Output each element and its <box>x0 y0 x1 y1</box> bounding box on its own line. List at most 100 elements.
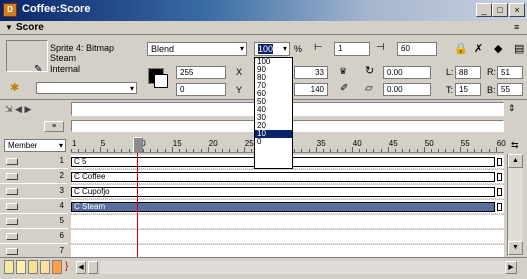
channel-label[interactable]: 2 <box>0 170 68 184</box>
channel-track[interactable] <box>71 215 504 229</box>
background-color-input[interactable]: 0 <box>176 83 226 96</box>
scroll-up-button[interactable]: ▲ <box>508 154 523 168</box>
channel-label[interactable]: 5 <box>0 215 68 229</box>
panel-header[interactable] <box>0 21 527 35</box>
lock-icon[interactable]: 🔒 <box>454 42 468 55</box>
r-label: R: <box>487 67 496 77</box>
channel-track[interactable]: C Coffee <box>71 170 504 184</box>
channel-label[interactable]: 4 <box>0 200 68 214</box>
color-swatch-1[interactable] <box>4 260 14 274</box>
sprite-end-marker[interactable] <box>497 203 502 211</box>
channel-label[interactable]: 6 <box>0 230 68 244</box>
channel-toggle[interactable] <box>6 203 18 210</box>
skew-icon: ▱ <box>365 83 373 94</box>
skew-input[interactable]: 0.00 <box>383 83 431 96</box>
color-swatch-2[interactable] <box>16 260 26 274</box>
ruler-tick <box>207 147 209 152</box>
marker-nav-icons[interactable]: ⇲ ◀ ▶ <box>5 104 31 115</box>
foreground-color-input[interactable]: 255 <box>176 66 226 79</box>
ruler-tick <box>474 149 476 152</box>
close-button[interactable]: × <box>509 3 525 17</box>
behavior-icon[interactable]: ✱ <box>10 81 19 94</box>
center-playhead-icon[interactable]: ⇆ <box>511 140 519 151</box>
ruler-tick <box>438 149 440 152</box>
maximize-button[interactable]: □ <box>492 3 508 17</box>
minimize-button[interactable]: _ <box>476 3 492 17</box>
window-title: Coffee:Score <box>22 3 91 15</box>
channel-label[interactable]: 1 <box>0 155 68 169</box>
blend-dropdown-menu[interactable]: 100 90 80 70 60 50 40 30 20 10 0 <box>254 57 293 169</box>
ruler-tick <box>366 149 368 152</box>
ruler-tick <box>236 149 238 152</box>
ruler-tick <box>85 149 87 152</box>
blend-dropdown[interactable]: 100 ▾ <box>254 42 290 56</box>
channel-toggle[interactable] <box>6 233 18 240</box>
scroll-thumb[interactable] <box>88 261 98 274</box>
l-input[interactable]: 88 <box>455 66 481 79</box>
ruler-tick <box>215 149 216 152</box>
color-swatch-5[interactable] <box>52 260 62 274</box>
channel-track[interactable]: C Steam <box>71 200 504 214</box>
start-frame-icon: ⊢ <box>314 42 323 53</box>
start-frame-input[interactable]: 1 <box>334 42 370 56</box>
sprite-label: C Coffee <box>74 172 106 181</box>
rotation-input[interactable]: 0.00 <box>383 66 431 79</box>
channel-toggle[interactable] <box>6 173 18 180</box>
hide-effects-button[interactable]: ≡ <box>44 121 64 132</box>
r-input[interactable]: 51 <box>497 66 523 79</box>
trails-icon[interactable]: ▤ <box>514 42 524 55</box>
playhead-handle[interactable] <box>133 137 143 153</box>
ruler-tick <box>92 149 94 152</box>
color-swatch-3[interactable] <box>28 260 38 274</box>
scroll-down-button[interactable]: ▼ <box>508 241 523 255</box>
channel-label[interactable]: 3 <box>0 185 68 199</box>
ruler-tick-label: 5 <box>100 139 106 148</box>
ruler-tick <box>402 149 404 152</box>
zoom-icon[interactable]: ⇕ <box>508 103 516 114</box>
display-dropdown[interactable]: Member ▾ <box>4 139 66 152</box>
behavior-dropdown[interactable]: ▾ <box>36 82 137 94</box>
end-frame-input[interactable]: 60 <box>397 42 437 56</box>
ruler-tick <box>323 149 324 152</box>
channel-toggle[interactable] <box>6 158 18 165</box>
sprite-end-marker[interactable] <box>497 188 502 196</box>
y-input[interactable]: 140 <box>294 83 328 96</box>
sprite-end-marker[interactable] <box>497 158 502 166</box>
t-input[interactable]: 15 <box>455 83 481 96</box>
collapse-arrow-icon[interactable]: ▼ <box>5 23 13 32</box>
ruler-tick <box>387 147 389 152</box>
blend-option[interactable]: 0 <box>255 138 292 146</box>
sprite-span[interactable]: C Coffee <box>71 172 495 182</box>
y-label: Y <box>236 85 243 95</box>
channel-track[interactable] <box>71 230 504 244</box>
moveable-icon[interactable]: ◆ <box>494 42 502 55</box>
scroll-marker-icon[interactable]: } <box>65 261 68 272</box>
sprite-span[interactable]: C Cupofjo <box>71 187 495 197</box>
channel-toggle[interactable] <box>6 218 18 225</box>
editable-icon[interactable]: ✗ <box>474 42 483 55</box>
options-menu-icon[interactable]: ≡ <box>514 22 519 32</box>
sprite-span[interactable]: C Steam <box>71 202 495 212</box>
channel-toggle[interactable] <box>6 188 18 195</box>
channel-number: 1 <box>59 156 64 165</box>
color-swatch-4[interactable] <box>40 260 50 274</box>
x-input[interactable]: 33 <box>294 66 328 79</box>
b-input[interactable]: 55 <box>497 83 523 96</box>
background-color-chip[interactable] <box>154 74 168 88</box>
end-frame-icon: ⊣ <box>376 42 385 53</box>
horizontal-scrollbar[interactable] <box>100 261 504 274</box>
ruler-tick-label: 35 <box>316 139 326 148</box>
scroll-left-button[interactable]: ◀ <box>76 261 86 274</box>
sprite-end-marker[interactable] <box>497 173 502 181</box>
ink-dropdown[interactable]: Blend ▾ <box>147 42 247 56</box>
ruler-tick <box>359 149 360 152</box>
channel-track[interactable]: C Cupofjo <box>71 185 504 199</box>
ruler-tick-label: 25 <box>244 139 254 148</box>
panel-title: Score <box>16 22 44 33</box>
channel-number: 2 <box>59 171 64 180</box>
scroll-right-button[interactable]: ▶ <box>505 261 517 274</box>
ruler-tick <box>431 149 432 152</box>
channel-toggle[interactable] <box>6 248 18 255</box>
ruler-tick <box>107 149 108 152</box>
ruler-tick <box>495 147 497 152</box>
